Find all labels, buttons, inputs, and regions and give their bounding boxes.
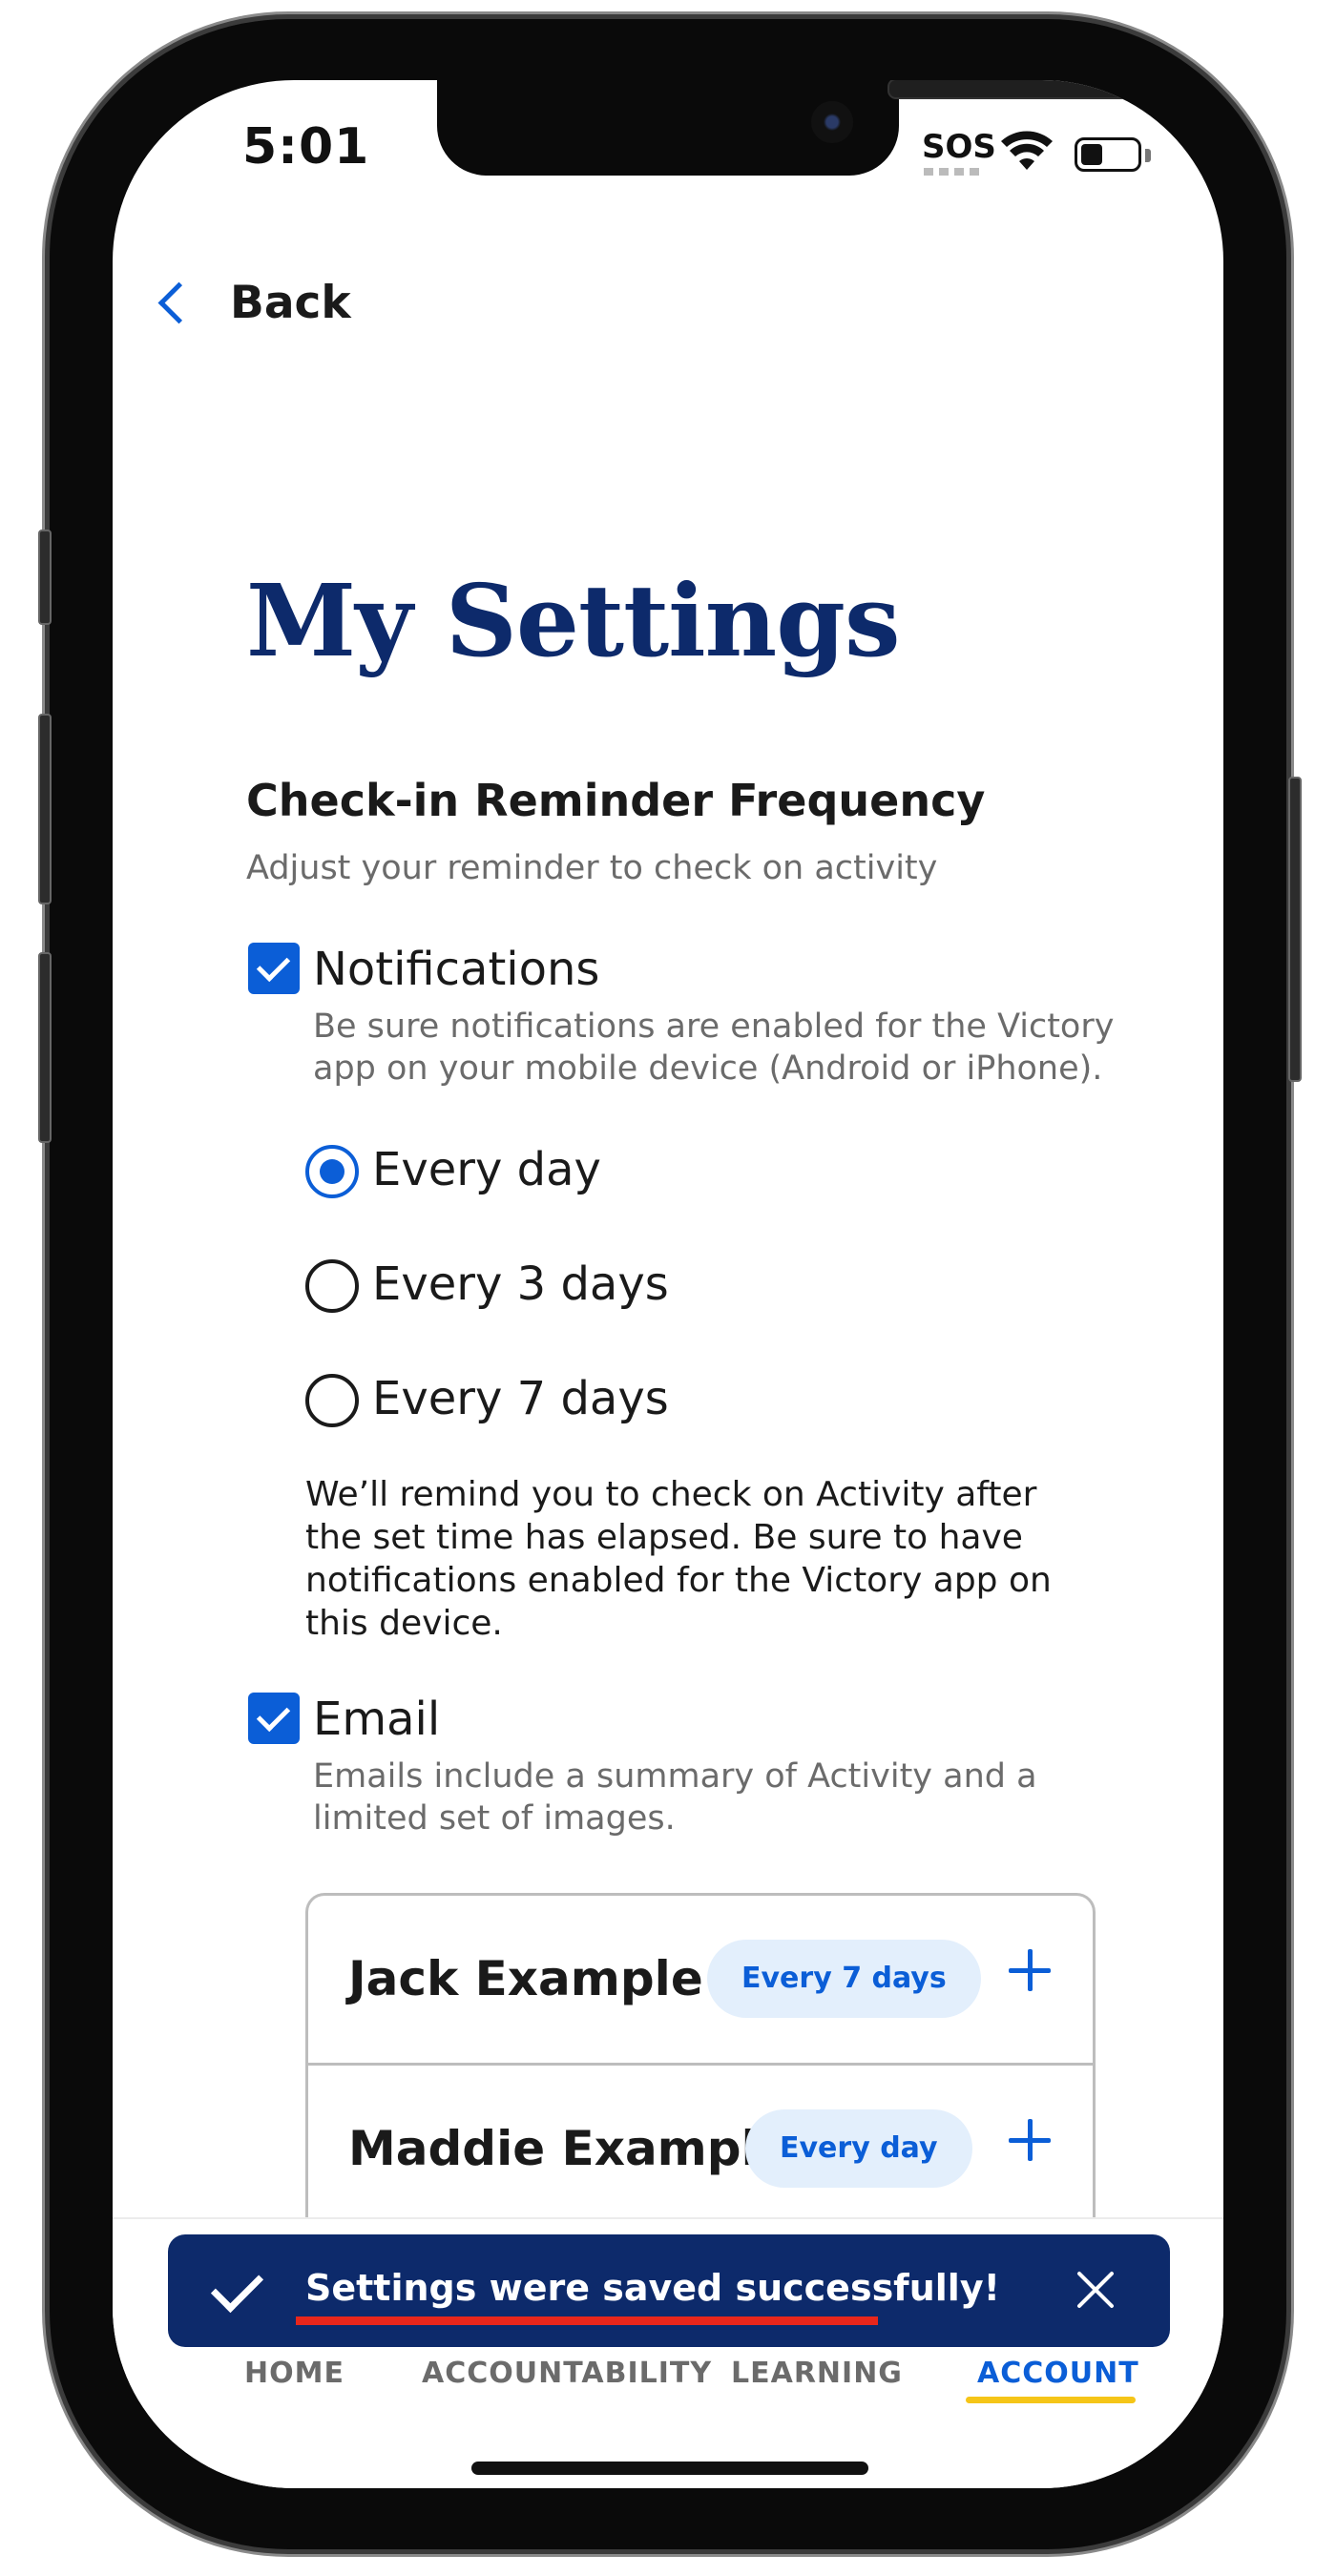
phone-screen: 5:01 SOS Back My Settings Check-in Remin…: [113, 80, 1223, 2488]
mute-switch: [38, 530, 52, 625]
speaker: [887, 80, 1141, 99]
list-item[interactable]: Jack Example Every 7 days: [308, 1896, 1093, 2063]
back-button[interactable]: Back: [153, 277, 351, 329]
nav-accountability[interactable]: ACCOUNTABILITY: [422, 2357, 712, 2390]
wifi-icon: [1001, 131, 1053, 170]
notifications-help: Be sure notifications are enabled for th…: [313, 1008, 1115, 1088]
volume-up-button: [38, 714, 52, 904]
chevron-left-icon: [157, 281, 200, 324]
radio-every-7-days[interactable]: [305, 1374, 359, 1427]
power-button: [1288, 777, 1302, 1082]
contact-name: Maddie Example: [348, 2121, 790, 2176]
notifications-checkbox[interactable]: [248, 943, 300, 994]
close-icon[interactable]: [1075, 2269, 1117, 2311]
camera-icon: [811, 101, 853, 143]
page-title: My Settings: [246, 562, 900, 679]
nav-learning[interactable]: LEARNING: [731, 2357, 903, 2390]
bottom-nav: HOME ACCOUNTABILITY LEARNING ACCOUNT: [113, 2357, 1223, 2395]
sos-indicator: SOS: [922, 128, 996, 166]
signal-dots-icon: [924, 168, 983, 176]
battery-tip: [1145, 149, 1151, 162]
status-time: 5:01: [242, 118, 370, 176]
frequency-badge[interactable]: Every 7 days: [707, 1940, 981, 2018]
radio-label-every-3-days: Every 3 days: [372, 1257, 669, 1311]
section-title: Check-in Reminder Frequency: [246, 775, 986, 826]
email-checkbox[interactable]: [248, 1693, 300, 1744]
radio-label-every-day: Every day: [372, 1143, 601, 1196]
email-help: Emails include a summary of Activity and…: [313, 1757, 1037, 1838]
radio-every-day[interactable]: [305, 1145, 359, 1198]
radio-label-every-7-days: Every 7 days: [372, 1372, 669, 1425]
plus-icon[interactable]: [1009, 2119, 1051, 2161]
toast-message: Settings were saved successfully!: [305, 2267, 1000, 2309]
plus-icon[interactable]: [1009, 1949, 1051, 1991]
check-icon: [210, 2259, 264, 2314]
home-indicator: [471, 2462, 868, 2475]
section-subtitle: Adjust your reminder to check on activit…: [246, 849, 938, 887]
nav-account[interactable]: ACCOUNT: [977, 2357, 1139, 2390]
annotation-underline: [296, 2316, 878, 2325]
nav-active-indicator: [966, 2397, 1136, 2403]
nav-home[interactable]: HOME: [244, 2357, 344, 2390]
battery-icon: [1075, 137, 1141, 172]
reminder-note: We’ll remind you to check on Activity af…: [305, 1475, 1052, 1643]
notifications-label: Notifications: [313, 943, 600, 996]
back-label: Back: [230, 277, 351, 329]
list-item[interactable]: Maddie Example Every day: [308, 2063, 1093, 2233]
radio-every-3-days[interactable]: [305, 1259, 359, 1313]
email-label: Email: [313, 1693, 441, 1746]
success-toast: Settings were saved successfully!: [168, 2234, 1170, 2347]
notch: [437, 80, 1141, 176]
contact-name: Jack Example: [348, 1951, 703, 2006]
frequency-badge[interactable]: Every day: [745, 2109, 972, 2188]
volume-down-button: [38, 952, 52, 1143]
